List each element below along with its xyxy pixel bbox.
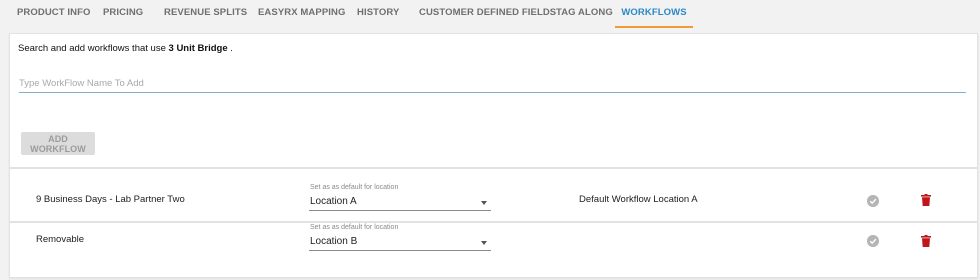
tab-tag-along[interactable]: TAG ALONG bbox=[556, 0, 613, 28]
tab-pricing[interactable]: PRICING bbox=[103, 0, 143, 28]
tab-customer-defined-fields[interactable]: CUSTOMER DEFINED FIELDS bbox=[419, 0, 556, 28]
workflows-panel: Search and add workflows that use 3 Unit… bbox=[9, 33, 978, 278]
tab-history[interactable]: HISTORY bbox=[357, 0, 399, 28]
intro-suffix: . bbox=[227, 43, 233, 54]
tab-revenue-splits[interactable]: REVENUE SPLITS bbox=[164, 0, 247, 28]
default-workflow-text: Default Workflow Location A bbox=[579, 194, 698, 205]
set-default-check-icon[interactable] bbox=[867, 195, 879, 207]
location-select[interactable]: Location A bbox=[309, 194, 491, 211]
location-select-value: Location B bbox=[310, 236, 358, 247]
location-select-label: Set as as default for location bbox=[310, 184, 399, 191]
workflow-name: 9 Business Days - Lab Partner Two bbox=[36, 194, 185, 205]
location-select[interactable]: Location B bbox=[309, 234, 491, 251]
set-default-check-icon[interactable] bbox=[867, 235, 879, 247]
workflow-row: Removable Set as as default for location… bbox=[10, 221, 977, 261]
caret-down-icon bbox=[481, 241, 487, 245]
tab-bar: PRODUCT INFO PRICING REVENUE SPLITS EASY… bbox=[0, 0, 980, 28]
product-name: 3 Unit Bridge bbox=[168, 43, 228, 54]
divider-top bbox=[10, 167, 977, 169]
add-workflow-button[interactable]: ADD WORKFLOW bbox=[21, 132, 95, 155]
workflow-name: Removable bbox=[36, 234, 85, 245]
workflow-row: 9 Business Days - Lab Partner Two Set as… bbox=[10, 180, 977, 220]
workflow-search-input[interactable] bbox=[19, 75, 966, 93]
intro-prefix: Search and add workflows that use bbox=[18, 43, 169, 54]
intro-text: Search and add workflows that use 3 Unit… bbox=[18, 43, 233, 54]
tab-workflows[interactable]: WORKFLOWS bbox=[615, 0, 693, 28]
location-select-value: Location A bbox=[310, 196, 357, 207]
tab-easyrx-mapping[interactable]: EASYRX MAPPING bbox=[258, 0, 345, 28]
caret-down-icon bbox=[481, 201, 487, 205]
tab-product-info[interactable]: PRODUCT INFO bbox=[17, 0, 91, 28]
location-select-label: Set as as default for location bbox=[310, 224, 399, 231]
delete-trash-icon[interactable] bbox=[921, 235, 931, 247]
delete-trash-icon[interactable] bbox=[921, 194, 931, 206]
